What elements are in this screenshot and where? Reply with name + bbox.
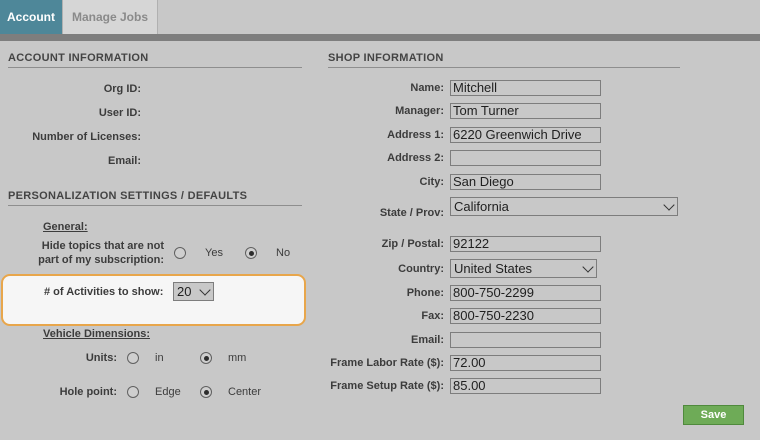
save-button[interactable]: Save	[683, 405, 744, 425]
user-id-label: User ID:	[98, 107, 141, 119]
hide-topics-label-line1: Hide topics that are not	[41, 240, 164, 252]
country-select[interactable]: United States	[450, 259, 597, 278]
zip-input[interactable]: 92122	[450, 236, 601, 252]
units-mm-label: mm	[228, 352, 247, 364]
general-label: General:	[43, 221, 88, 233]
hide-topics-yes-label: Yes	[205, 247, 223, 259]
country-label: Country:	[398, 263, 444, 275]
hole-center-label: Center	[228, 386, 262, 398]
org-id-label: Org ID:	[103, 83, 141, 95]
shop-info-title: SHOP INFORMATION	[328, 52, 680, 68]
address1-label: Address 1:	[387, 129, 444, 141]
units-mm-radio[interactable]	[200, 352, 212, 364]
fax-input[interactable]: 800-750-2230	[450, 308, 601, 324]
activities-highlight	[1, 274, 306, 326]
chevron-down-icon	[582, 260, 594, 273]
chevron-down-icon	[663, 198, 675, 211]
address1-input[interactable]: 6220 Greenwich Drive	[450, 127, 601, 143]
hide-topics-yes-radio[interactable]	[174, 247, 186, 259]
hide-topics-no-label: No	[276, 247, 291, 259]
vehicle-dimensions-label: Vehicle Dimensions:	[43, 328, 150, 340]
personalization-title: PERSONALIZATION SETTINGS / DEFAULTS	[8, 190, 302, 206]
units-label: Units:	[85, 352, 117, 364]
labor-rate-label: Frame Labor Rate ($):	[330, 357, 444, 369]
tab-manage-jobs[interactable]: Manage Jobs	[62, 0, 158, 34]
tab-account[interactable]: Account	[0, 0, 62, 34]
tab-underline	[0, 34, 760, 41]
hole-point-label: Hole point:	[59, 386, 117, 398]
state-select-value: California	[454, 199, 509, 214]
shop-email-input[interactable]	[450, 332, 601, 348]
hole-edge-label: Edge	[155, 386, 181, 398]
chevron-down-icon	[199, 283, 211, 296]
tab-bar: Account Manage Jobs	[0, 0, 760, 34]
shop-email-label: Email:	[410, 334, 444, 346]
activities-label: # of Activities to show:	[44, 286, 164, 298]
country-select-value: United States	[454, 261, 533, 276]
address2-label: Address 2:	[387, 152, 444, 164]
state-label: State / Prov:	[379, 207, 444, 219]
labor-rate-input[interactable]: 72.00	[450, 355, 601, 371]
manager-input[interactable]: Tom Turner	[450, 103, 601, 119]
manager-label: Manager:	[395, 105, 444, 117]
account-email-label: Email:	[107, 155, 141, 167]
licenses-label: Number of Licenses:	[32, 131, 141, 143]
setup-rate-input[interactable]: 85.00	[450, 378, 601, 394]
city-input[interactable]: San Diego	[450, 174, 601, 190]
account-info-title: ACCOUNT INFORMATION	[8, 52, 302, 68]
hide-topics-label-line2: part of my subscription:	[38, 254, 164, 266]
phone-label: Phone:	[406, 287, 444, 299]
hole-edge-radio[interactable]	[127, 386, 139, 398]
address2-input[interactable]	[450, 150, 601, 166]
activities-select-value: 20	[177, 284, 192, 299]
setup-rate-label: Frame Setup Rate ($):	[330, 380, 444, 392]
zip-label: Zip / Postal:	[381, 238, 444, 250]
hole-center-radio[interactable]	[200, 386, 212, 398]
shop-name-input[interactable]: Mitchell	[450, 80, 601, 96]
shop-name-label: Name:	[410, 82, 444, 94]
hide-topics-no-radio[interactable]	[245, 247, 257, 259]
phone-input[interactable]: 800-750-2299	[450, 285, 601, 301]
units-in-label: in	[155, 352, 164, 364]
units-in-radio[interactable]	[127, 352, 139, 364]
state-select[interactable]: California	[450, 197, 678, 216]
city-label: City:	[419, 176, 444, 188]
activities-select[interactable]: 20	[173, 282, 214, 301]
fax-label: Fax:	[421, 310, 444, 322]
